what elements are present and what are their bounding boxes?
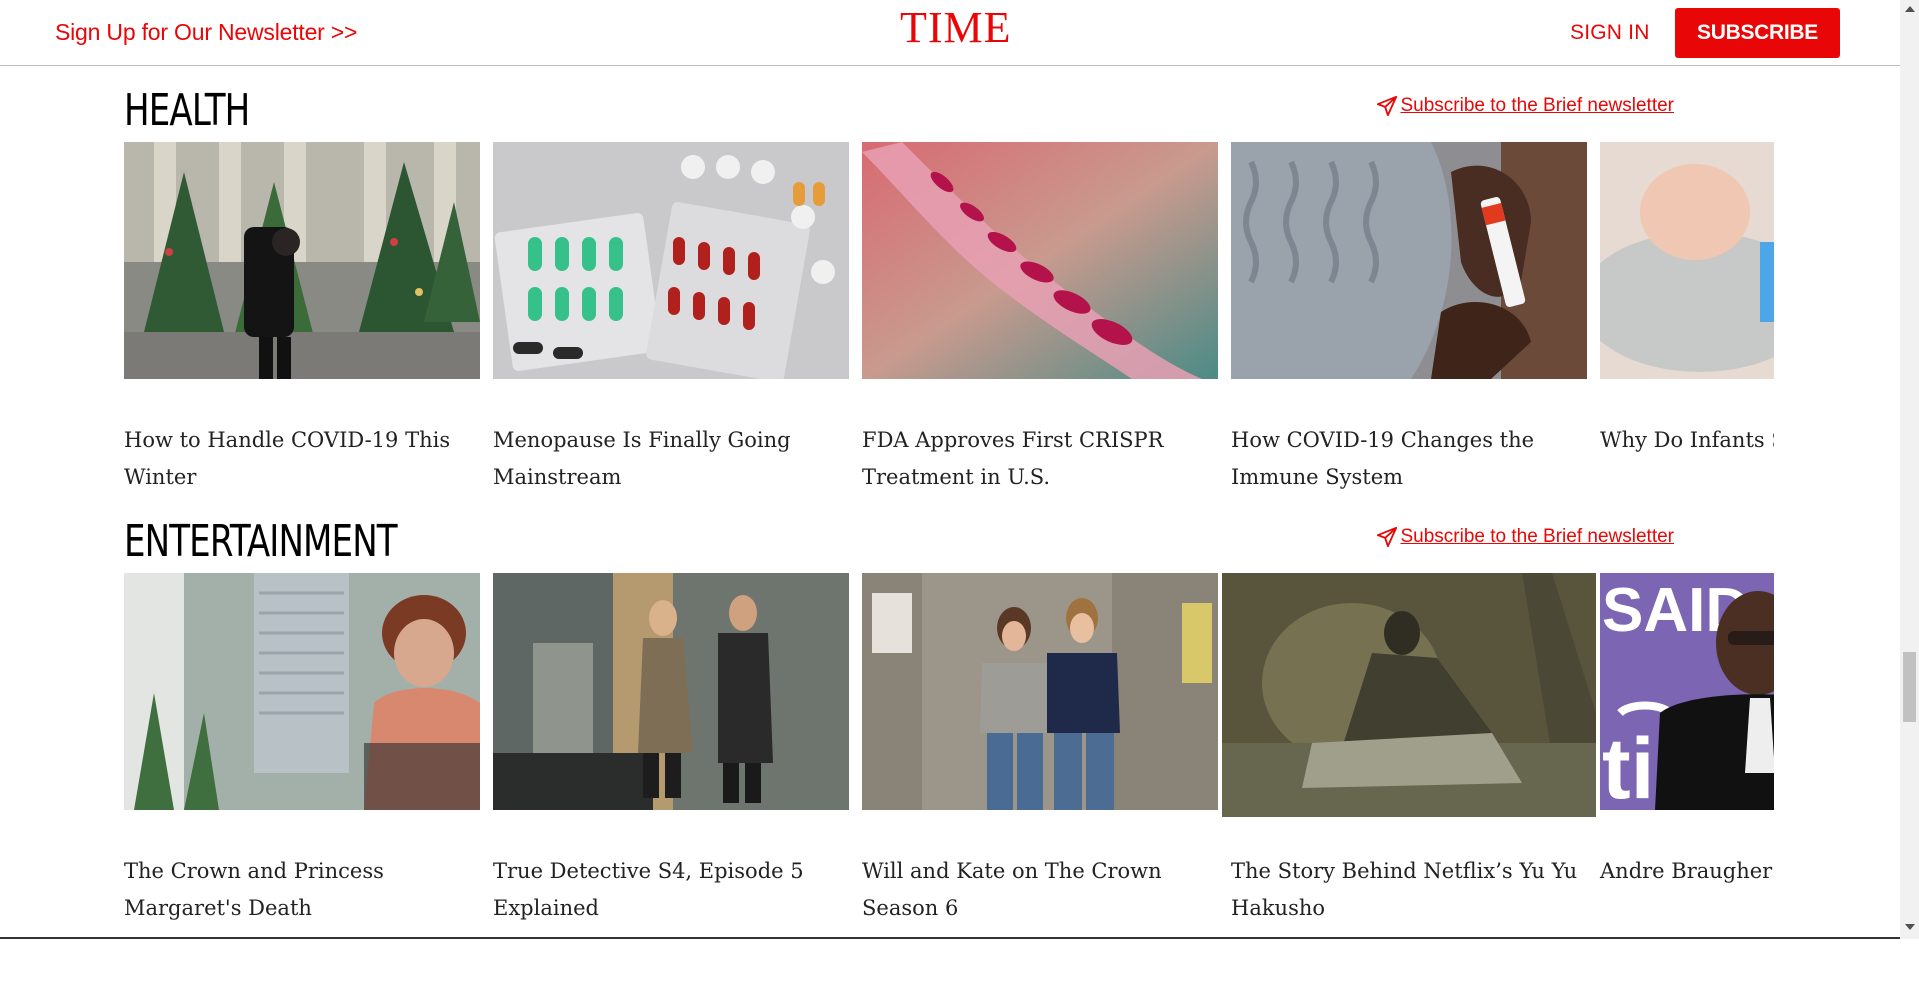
article-thumbnail[interactable] (862, 573, 1218, 810)
send-icon (1377, 95, 1398, 117)
article-title[interactable]: How COVID-19 Changes the Immune System (1231, 422, 1591, 496)
page-scrollbar[interactable] (1900, 0, 1919, 939)
article-title[interactable]: How to Handle COVID-19 This Winter (124, 422, 484, 496)
article-title[interactable]: FDA Approves First CRISPR Treatment in U… (862, 422, 1222, 496)
article-title[interactable]: Will and Kate on The Crown Season 6 (862, 853, 1222, 927)
article-thumbnail[interactable] (493, 573, 849, 810)
article-thumbnail[interactable] (124, 142, 480, 379)
article-thumbnail[interactable] (493, 142, 849, 379)
scroll-down-arrow-icon[interactable] (1905, 924, 1915, 930)
brief-newsletter-link-entertainment[interactable]: Subscribe to the Brief newsletter (1376, 526, 1674, 548)
article-title[interactable]: True Detective S4, Episode 5 Explained (493, 853, 853, 927)
article-thumbnail[interactable]: SAID ti (1600, 573, 1774, 810)
sign-in-link[interactable]: SIGN IN (1570, 21, 1650, 45)
section-title-health: HEALTH (124, 85, 250, 136)
article-title[interactable]: Menopause Is Finally Going Mainstream (493, 422, 853, 496)
article-title[interactable]: Andre Braugher Cancer (1600, 853, 1774, 890)
brief-newsletter-link-health[interactable]: Subscribe to the Brief newsletter (1376, 95, 1674, 117)
section-title-entertainment: ENTERTAINMENT (124, 516, 398, 567)
site-header: Sign Up for Our Newsletter >> TIME SIGN … (0, 0, 1900, 66)
article-thumbnail[interactable] (1222, 573, 1596, 817)
brief-link-label: Subscribe to the Brief newsletter (1400, 95, 1674, 116)
image-text-ti: ti (1602, 721, 1655, 810)
newsletter-signup-link[interactable]: Sign Up for Our Newsletter >> (55, 19, 357, 46)
scroll-up-arrow-icon[interactable] (1905, 6, 1915, 12)
card-row-health: How to Handle COVID-19 This Winter Menop… (124, 142, 1774, 502)
scrollbar-thumb[interactable] (1903, 652, 1916, 722)
brief-link-label: Subscribe to the Brief newsletter (1400, 526, 1674, 547)
time-logo[interactable]: TIME (900, 2, 1012, 53)
entertainment-section: ENTERTAINMENT Subscribe to the Brief new… (124, 516, 1774, 939)
article-title[interactable]: The Crown and Princess Margaret's Death (124, 853, 484, 927)
send-icon (1377, 526, 1398, 548)
content-right-gutter (1774, 66, 1900, 1005)
card-row-entertainment: The Crown and Princess Margaret's Death (124, 573, 1774, 939)
article-title[interactable]: Why Do Infants Severe COVID-1 (1600, 422, 1774, 459)
subscribe-button[interactable]: SUBSCRIBE (1675, 8, 1840, 58)
article-thumbnail[interactable] (1600, 142, 1774, 379)
article-title[interactable]: The Story Behind Netflix’s Yu Yu Hakusho (1231, 853, 1591, 927)
health-section: HEALTH Subscribe to the Brief newsletter (124, 85, 1774, 505)
article-thumbnail[interactable] (124, 573, 480, 810)
article-thumbnail[interactable] (1231, 142, 1587, 379)
article-thumbnail[interactable] (862, 142, 1218, 379)
